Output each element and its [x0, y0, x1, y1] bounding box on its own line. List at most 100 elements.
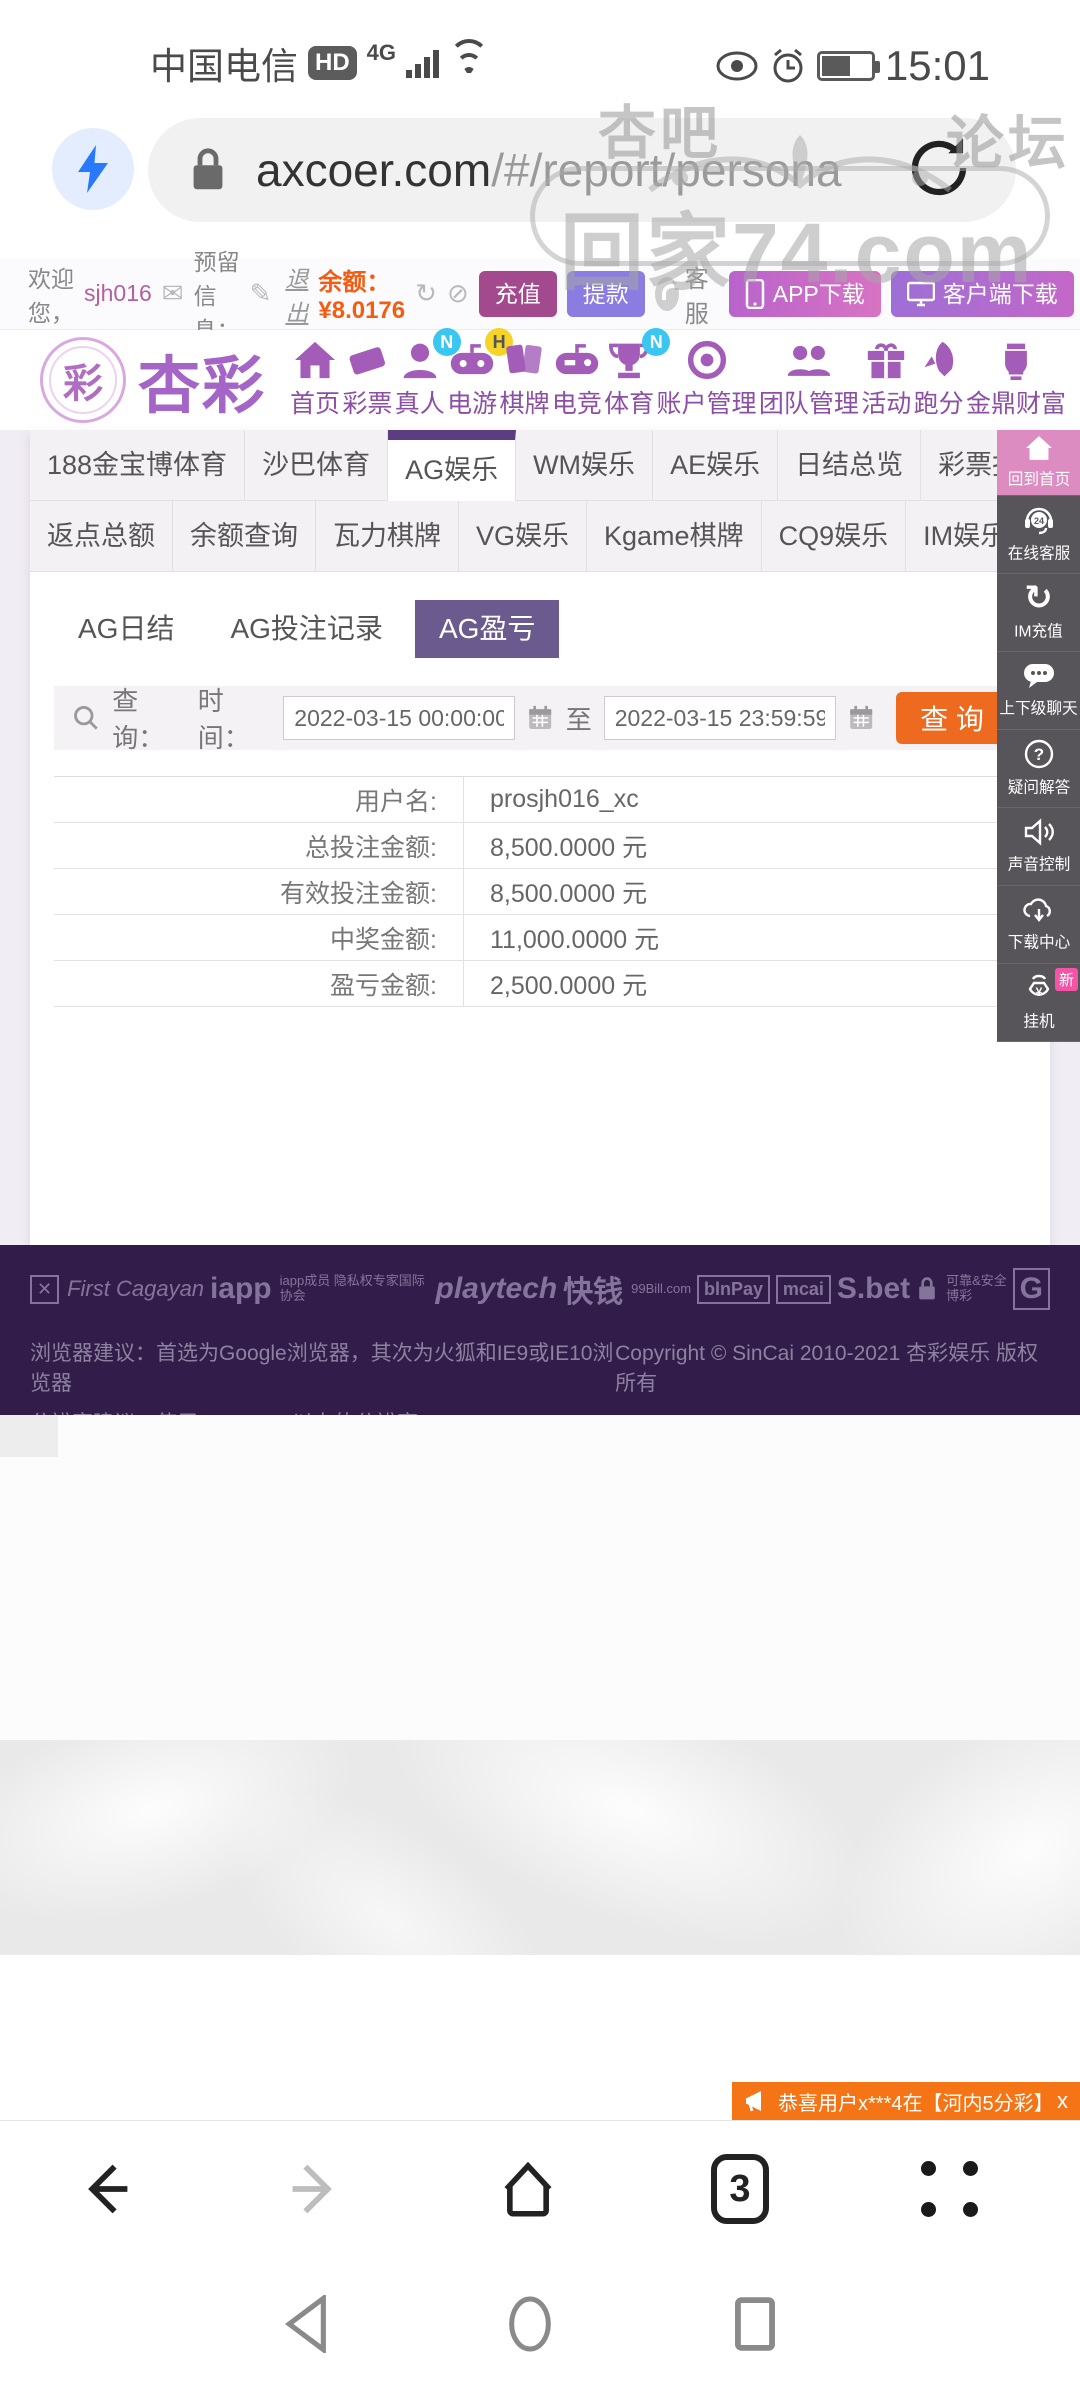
tabs-button[interactable]: 3: [700, 2149, 780, 2229]
logout-link[interactable]: 退出: [285, 260, 308, 328]
quick-access-button[interactable]: [52, 128, 134, 210]
bottom-nav-area: 3: [0, 2120, 1080, 2400]
tab-ae[interactable]: AE娱乐: [653, 430, 779, 500]
client-download-button[interactable]: 客户端下载: [890, 270, 1074, 317]
rocket-icon: [924, 341, 953, 377]
url-bar[interactable]: axcoer.com/#/report/persona: [148, 118, 1016, 222]
main-nav: 彩 杏彩 首页 彩票 N 真人 H 电游 棋牌 电竞 N 体育 账户管理 团队管…: [0, 328, 1080, 430]
tab-vg[interactable]: VG娱乐: [459, 501, 588, 571]
tab-cq9[interactable]: CQ9娱乐: [762, 501, 907, 571]
menu-button[interactable]: [910, 2149, 990, 2229]
status-bar: 中国电信 HD 4G 15:01: [0, 0, 1080, 100]
alarm-icon: [773, 48, 803, 83]
tab-fandian[interactable]: 返点总额: [30, 501, 173, 571]
calendar-icon[interactable]: [848, 704, 874, 732]
urn-icon: [1005, 343, 1027, 380]
system-recents-button[interactable]: [715, 2284, 795, 2364]
logo-gamcare: G: [1012, 1268, 1050, 1310]
sidebar-item-chat[interactable]: 上下级聊天: [997, 652, 1080, 730]
nav-item-egames[interactable]: H 电游: [447, 328, 514, 420]
eye-comfort-icon: [716, 51, 758, 81]
back-arrow-icon: [88, 2164, 128, 2214]
nav-item-cards[interactable]: 棋牌: [499, 340, 549, 420]
megaphone-icon: [746, 2091, 761, 2112]
recharge-button[interactable]: 充值: [478, 270, 557, 317]
withdraw-button[interactable]: 提款: [566, 270, 645, 317]
row-value: 8,500.0000 元: [490, 833, 648, 862]
date-to-input[interactable]: [603, 696, 836, 740]
sidebar-item-faq[interactable]: ? 疑问解答: [997, 730, 1080, 808]
nav-item-jinding[interactable]: 金鼎财富: [966, 340, 1066, 420]
query-submit-button[interactable]: 查 询: [896, 692, 1008, 744]
subtab-ag-rijie[interactable]: AG日结: [54, 600, 198, 658]
nav-item-sports[interactable]: N 体育: [604, 328, 671, 420]
query-bar: 查询： 时间： 至 查 询: [54, 686, 1026, 753]
tab-kgame[interactable]: Kgame棋牌: [587, 501, 762, 571]
phone-screen: 中国电信 HD 4G 15:01 axcoer.com/#/report/per…: [0, 0, 1080, 2400]
tab-rijie[interactable]: 日结总览: [778, 430, 922, 500]
nav-item-paofen[interactable]: 跑分: [914, 340, 964, 420]
sidebar-item-sound[interactable]: 声音控制: [997, 808, 1080, 886]
tab-wali[interactable]: 瓦力棋牌: [316, 501, 459, 571]
tabs-row-1: 188金宝博体育 沙巴体育 AG娱乐 WM娱乐 AE娱乐 日结总览 彩票报表 充…: [30, 430, 1065, 501]
mail-icon[interactable]: ✉: [162, 278, 184, 309]
system-back-button[interactable]: [268, 2284, 348, 2364]
nav-item-esports[interactable]: 电竞: [552, 340, 602, 420]
subtab-ag-touzhu[interactable]: AG投注记录: [206, 600, 406, 658]
nav-item-live[interactable]: N 真人: [395, 328, 461, 420]
date-from-input[interactable]: [283, 696, 516, 740]
nav-item-lottery[interactable]: 彩票: [342, 340, 392, 420]
emblem-icon: ✕: [30, 1274, 60, 1304]
table-row: 盈亏金额: 2,500.0000 元: [54, 961, 1026, 1007]
partner-logos: ✕ First Cagayan iapp iapp成员 隐私权专家国际协会 play…: [0, 1245, 1080, 1311]
hide-balance-icon[interactable]: ⊘: [447, 278, 469, 309]
ring-icon: [687, 340, 726, 380]
sidebar-item-im-recharge[interactable]: ↻ IM充值: [997, 574, 1080, 652]
tab-wm[interactable]: WM娱乐: [516, 430, 654, 500]
win-notification[interactable]: 恭喜用户x***4在【河内5分彩】中奖31296元 x: [732, 2082, 1080, 2120]
home-icon: [295, 341, 336, 379]
query-label: 查询：: [112, 686, 165, 753]
gift-icon: [868, 343, 905, 379]
logo-flower-icon: 彩: [40, 337, 126, 423]
refresh-balance-icon[interactable]: ↻: [415, 278, 437, 309]
nav-item-team[interactable]: 团队管理: [759, 340, 859, 420]
nav-item-account[interactable]: 账户管理: [657, 340, 757, 420]
forward-button[interactable]: [275, 2149, 355, 2229]
tab-ag[interactable]: AG娱乐: [388, 430, 517, 501]
svg-text:24: 24: [1033, 516, 1043, 526]
logo-sbet: S.bet: [836, 1272, 911, 1305]
url-path: /#/report/persona: [491, 144, 842, 196]
sub-tabs: AG日结 AG投注记录 AG盈亏: [30, 572, 1050, 676]
chat-bubble-icon: [1023, 664, 1054, 688]
tab-shaba[interactable]: 沙巴体育: [245, 430, 389, 500]
phone-icon: [745, 278, 764, 309]
sidebar-item-backhome[interactable]: 回到首页: [997, 430, 1080, 496]
system-home-button[interactable]: [490, 2284, 570, 2364]
back-button[interactable]: [65, 2149, 145, 2229]
welcome-label: 欢迎您，: [28, 265, 74, 326]
nav-item-home[interactable]: 首页: [290, 340, 340, 420]
customer-service-button[interactable]: 客服: [654, 259, 719, 329]
tab-count: 3: [711, 2154, 769, 2224]
forward-arrow-icon: [292, 2164, 332, 2214]
tab-yue[interactable]: 余额查询: [173, 501, 316, 571]
app-download-button[interactable]: APP下载: [728, 270, 881, 317]
tab-188[interactable]: 188金宝博体育: [30, 430, 246, 500]
reload-button[interactable]: [902, 131, 976, 210]
home-icon: [1025, 436, 1052, 460]
browser-address-area: axcoer.com/#/report/persona: [0, 100, 1080, 258]
subtab-ag-yingkui[interactable]: AG盈亏: [414, 600, 560, 658]
username-label: sjh016: [84, 280, 152, 306]
sidebar-item-service[interactable]: 24 在线客服: [997, 496, 1080, 574]
close-icon[interactable]: x: [1051, 2088, 1068, 2114]
edit-icon[interactable]: ✎: [250, 278, 272, 309]
home-button[interactable]: [488, 2149, 568, 2229]
lock-icon: [193, 148, 223, 190]
sidebar-item-download[interactable]: 下载中心: [997, 886, 1080, 964]
site-logo[interactable]: 彩 杏彩: [40, 335, 266, 425]
sidebar-item-guaji[interactable]: 新 ¥ 挂机: [997, 964, 1080, 1042]
nav-item-promos[interactable]: 活动: [861, 340, 911, 420]
calendar-icon[interactable]: [527, 704, 553, 732]
row-value: 8,500.0000 元: [490, 879, 648, 908]
